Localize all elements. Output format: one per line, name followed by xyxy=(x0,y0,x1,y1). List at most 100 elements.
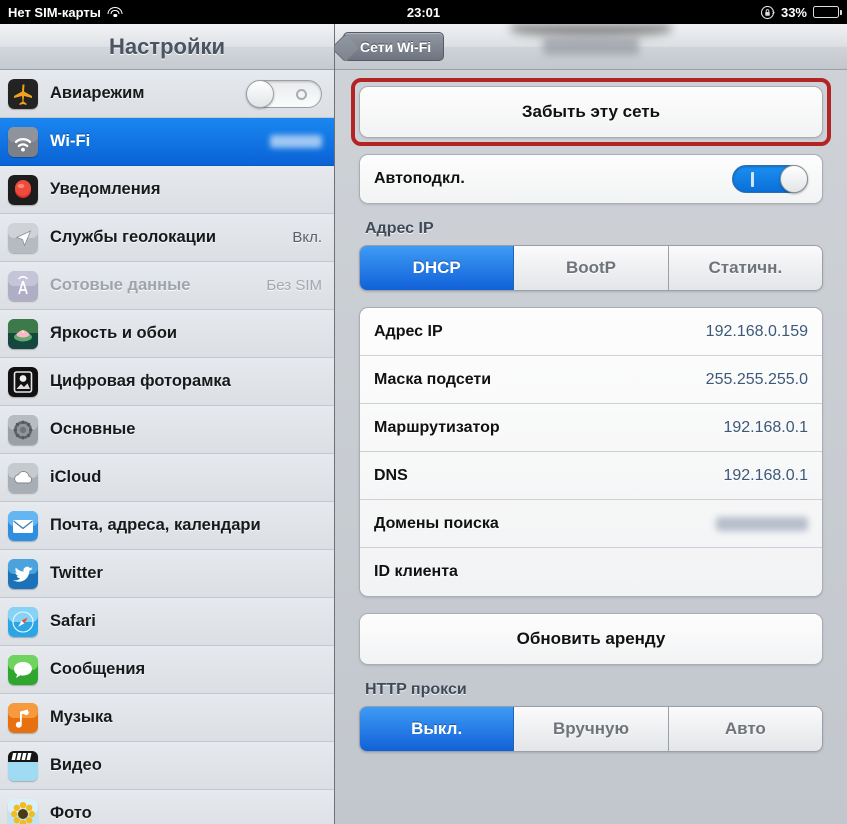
sidebar-item-6[interactable]: Яркость и обои xyxy=(0,310,334,358)
page-title: Настройки xyxy=(108,33,226,59)
detail-navbar: Сети Wi-Fi xyxy=(335,24,847,70)
picture-frame-icon xyxy=(8,366,38,397)
ip-detail-label: ID клиента xyxy=(374,563,458,580)
sidebar-item-label: Яркость и обои xyxy=(50,324,178,342)
ip-detail-label: Маршрутизатор xyxy=(374,418,500,436)
sidebar-item-value: Без SIM xyxy=(266,277,322,294)
ip-detail-value-redacted xyxy=(716,516,808,531)
ip-config-segment-1[interactable]: DHCP xyxy=(360,246,515,290)
ip-detail-row[interactable]: Домены поиска xyxy=(360,500,822,548)
ip-detail-label: Адрес IP xyxy=(374,322,443,340)
icloud-icon xyxy=(8,462,38,493)
sidebar-item-14[interactable]: Музыка xyxy=(0,694,334,742)
ip-detail-row[interactable]: ID клиента xyxy=(360,548,822,596)
sidebar-item-value-redacted xyxy=(270,135,322,148)
ip-detail-label: DNS xyxy=(374,466,408,484)
sidebar-item-15[interactable]: Видео xyxy=(0,742,334,790)
ip-detail-value: 192.168.0.1 xyxy=(723,418,808,436)
ip-config-segmented-control[interactable]: DHCP BootP Статичн. xyxy=(359,245,823,291)
battery-icon xyxy=(813,6,842,18)
sidebar-item-label: Музыка xyxy=(50,708,113,726)
autoconnect-row[interactable]: Автоподкл. xyxy=(360,155,822,203)
sidebar-item-label: Фото xyxy=(50,804,92,822)
ip-detail-label: Маска подсети xyxy=(374,370,492,388)
navbar-shadow xyxy=(511,24,671,36)
sidebar-item-label: Авиарежим xyxy=(50,84,145,102)
ip-detail-value: 255.255.255.0 xyxy=(705,370,808,388)
airplane-icon xyxy=(8,78,38,109)
http-proxy-segment-1[interactable]: Выкл. xyxy=(360,707,515,751)
ip-detail-row[interactable]: Маска подсети 255.255.255.0 xyxy=(360,356,822,404)
battery-percent: 33% xyxy=(780,4,807,20)
network-name-title-redacted xyxy=(543,37,639,55)
sidebar-item-13[interactable]: Сообщения xyxy=(0,646,334,694)
sidebar-item-label: Цифровая фоторамка xyxy=(50,372,231,390)
wifi-icon xyxy=(8,126,38,157)
back-button[interactable]: Сети Wi-Fi xyxy=(343,32,445,61)
sidebar-item-label: Видео xyxy=(50,756,102,774)
forget-network-highlight xyxy=(351,78,831,146)
http-proxy-segment-3[interactable]: Авто xyxy=(668,707,822,751)
sidebar-item-5[interactable]: Сотовые данные Без SIM xyxy=(0,262,334,310)
autoconnect-toggle[interactable] xyxy=(732,165,808,193)
sidebar-item-3[interactable]: Уведомления xyxy=(0,166,334,214)
autoconnect-card: Автоподкл. xyxy=(359,154,823,204)
ip-detail-row[interactable]: Адрес IP 192.168.0.159 xyxy=(360,308,822,356)
location-icon xyxy=(8,222,38,253)
proxy-section-header: HTTP прокси xyxy=(365,681,467,698)
sidebar-item-12[interactable]: Safari xyxy=(0,598,334,646)
sidebar-item-11[interactable]: Twitter xyxy=(0,550,334,598)
sidebar-item-label: Уведомления xyxy=(50,180,161,198)
ip-config-segment-3[interactable]: Статичн. xyxy=(668,246,822,290)
twitter-icon xyxy=(8,558,38,589)
ip-section-header: Адрес IP xyxy=(365,220,434,237)
sidebar-item-7[interactable]: Цифровая фоторамка xyxy=(0,358,334,406)
status-bar-right: 33% xyxy=(760,4,842,20)
safari-icon xyxy=(8,606,38,637)
sidebar-item-label: iCloud xyxy=(50,468,102,486)
autoconnect-label: Автоподкл. xyxy=(374,170,465,187)
http-proxy-segment-2[interactable]: Вручную xyxy=(514,707,669,751)
wifi-network-detail-pane: Сети Wi-Fi Забыть эту сеть Автоподкл. Ад… xyxy=(335,24,847,824)
detail-content: Забыть эту сеть Автоподкл. Адрес IP DHCP… xyxy=(335,70,847,752)
sidebar-item-label: Twitter xyxy=(50,564,103,582)
sidebar-item-16[interactable]: Фото xyxy=(0,790,334,824)
ip-detail-value: 192.168.0.159 xyxy=(705,322,808,340)
sidebar-item-2[interactable]: Wi-Fi xyxy=(0,118,334,166)
brightness-wallpaper-icon xyxy=(8,318,38,349)
messages-icon xyxy=(8,654,38,685)
ip-detail-row[interactable]: DNS 192.168.0.1 xyxy=(360,452,822,500)
sidebar-list: Авиарежим Wi-Fi Уведомления Службы геолокац… xyxy=(0,70,334,824)
video-icon xyxy=(8,750,38,781)
ip-detail-label: Домены поиска xyxy=(374,514,499,532)
sidebar-item-4[interactable]: Службы геолокации Вкл. xyxy=(0,214,334,262)
cellular-icon xyxy=(8,270,38,301)
ip-details-table: Адрес IP 192.168.0.159 Маска подсети 255.25… xyxy=(359,307,823,597)
clock: 23:01 xyxy=(406,4,441,20)
sidebar-item-label: Сотовые данные xyxy=(50,276,191,294)
sidebar-item-8[interactable]: Основные xyxy=(0,406,334,454)
music-icon xyxy=(8,702,38,733)
ip-config-segment-2[interactable]: BootP xyxy=(514,246,669,290)
mail-icon xyxy=(8,510,38,541)
notifications-icon xyxy=(8,174,38,205)
airplane-mode-toggle[interactable] xyxy=(246,79,322,108)
sidebar-item-label: Основные xyxy=(50,420,136,438)
sidebar-item-value: Вкл. xyxy=(292,229,322,246)
sidebar-item-label: Службы геолокации xyxy=(50,228,217,246)
renew-lease-button[interactable]: Обновить аренду xyxy=(359,613,823,665)
settings-sidebar: Настройки Авиарежим Wi-Fi Уведомления Служб… xyxy=(0,24,335,824)
rotation-lock-icon xyxy=(760,5,775,19)
ip-detail-row[interactable]: Маршрутизатор 192.168.0.1 xyxy=(360,404,822,452)
sidebar-navbar: Настройки xyxy=(0,24,334,70)
sidebar-item-9[interactable]: iCloud xyxy=(0,454,334,502)
sidebar-item-10[interactable]: Почта, адреса, календари xyxy=(0,502,334,550)
sidebar-item-label: Wi-Fi xyxy=(50,132,91,150)
status-bar: Нет SIM-карты 23:01 33% xyxy=(0,0,847,24)
photos-icon xyxy=(8,798,38,824)
http-proxy-segmented-control[interactable]: Выкл. Вручную Авто xyxy=(359,706,823,752)
sidebar-item-1[interactable]: Авиарежим xyxy=(0,70,334,118)
general-gear-icon xyxy=(8,414,38,445)
ipad-settings-screen: Нет SIM-карты 23:01 33% Настройки Авиаре… xyxy=(0,0,847,824)
ip-detail-value: 192.168.0.1 xyxy=(723,466,808,484)
